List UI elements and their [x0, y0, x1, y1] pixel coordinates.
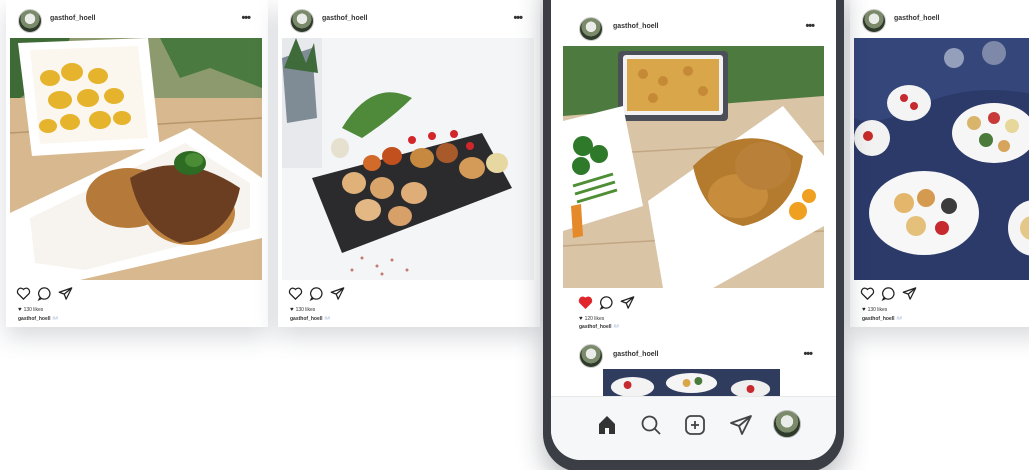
heart-outline-icon[interactable] — [860, 286, 875, 301]
food-photo-schnitzel — [10, 38, 262, 280]
post-header: gasthof_hoell — [850, 0, 1029, 38]
more-options-icon[interactable]: ••• — [803, 348, 813, 360]
heart-small-icon: ♥ — [18, 307, 22, 313]
heart-outline-icon[interactable] — [16, 286, 31, 301]
caption-username[interactable]: gasthof_hoell — [862, 316, 895, 322]
paper-plane-icon[interactable] — [729, 413, 753, 437]
heart-small-icon: ♥ — [579, 316, 583, 322]
speech-bubble-icon[interactable] — [37, 286, 52, 301]
post-header: gasthof_hoell ••• — [278, 0, 540, 38]
post-actions — [288, 284, 345, 302]
paper-plane-icon[interactable] — [620, 295, 635, 310]
username[interactable]: gasthof_hoell — [613, 351, 659, 358]
caption: gasthof_hoell ## — [18, 316, 58, 322]
post-header: gasthof_hoell ••• — [551, 8, 836, 46]
username[interactable]: gasthof_hoell — [613, 23, 659, 30]
heart-small-icon: ♥ — [290, 307, 294, 313]
paper-plane-icon[interactable] — [902, 286, 917, 301]
post-actions — [578, 293, 635, 311]
more-options-icon[interactable]: ••• — [513, 12, 523, 24]
post-card: gasthof_hoell ••• ♥ 130 likes gasthof_ho… — [278, 0, 540, 327]
post-actions — [16, 284, 73, 302]
more-options-icon[interactable]: ••• — [805, 20, 815, 32]
avatar[interactable] — [18, 9, 42, 33]
caption: gasthof_hoell ## — [579, 324, 619, 330]
caption-hashtags[interactable]: ## — [614, 324, 620, 330]
like-count-text: 130 likes — [23, 307, 44, 313]
speech-bubble-icon[interactable] — [309, 286, 324, 301]
username[interactable]: gasthof_hoell — [894, 15, 940, 22]
username[interactable]: gasthof_hoell — [322, 15, 368, 22]
food-photo-appetizers — [854, 38, 1029, 280]
like-count: ♥ 130 likes — [18, 307, 43, 313]
caption-username[interactable]: gasthof_hoell — [579, 324, 612, 330]
post-actions — [860, 284, 917, 302]
food-photo-platter — [282, 38, 534, 280]
avatar[interactable] — [862, 9, 886, 33]
caption-hashtags[interactable]: ## — [53, 316, 59, 322]
avatar[interactable] — [579, 17, 603, 41]
post-header: gasthof_hoell ••• — [6, 0, 268, 38]
post-card: gasthof_hoell ••• ♥ 130 likes gasthof_ho… — [6, 0, 268, 327]
post-card: gasthof_hoell ♥ 130 likes gasthof_hoell ## — [850, 0, 1029, 327]
caption: gasthof_hoell ## — [290, 316, 330, 322]
post-image[interactable] — [563, 46, 824, 288]
like-count: ♥ 130 likes — [290, 307, 315, 313]
heart-filled-icon[interactable] — [578, 295, 593, 310]
heart-outline-icon[interactable] — [288, 286, 303, 301]
phone-frame: gasthof_hoell ••• ♥ 120 likes gasthof_ho… — [543, 0, 844, 470]
post-image[interactable] — [10, 38, 262, 280]
like-count-text: 120 likes — [584, 316, 605, 322]
food-photo-partial — [603, 369, 780, 397]
caption-username[interactable]: gasthof_hoell — [290, 316, 323, 322]
paper-plane-icon[interactable] — [58, 286, 73, 301]
food-photo-schnitzel-gratin — [563, 46, 824, 288]
caption: gasthof_hoell ## — [862, 316, 902, 322]
more-options-icon[interactable]: ••• — [241, 12, 251, 24]
avatar[interactable] — [579, 344, 603, 368]
post-image[interactable] — [282, 38, 534, 280]
home-icon[interactable] — [595, 413, 619, 437]
heart-small-icon: ♥ — [862, 307, 866, 313]
speech-bubble-icon[interactable] — [599, 295, 614, 310]
username[interactable]: gasthof_hoell — [50, 15, 96, 22]
phone-screen: gasthof_hoell ••• ♥ 120 likes gasthof_ho… — [551, 0, 836, 460]
search-icon[interactable] — [639, 413, 663, 437]
like-count: ♥ 130 likes — [862, 307, 887, 313]
like-count-text: 130 likes — [867, 307, 888, 313]
plus-square-icon[interactable] — [683, 413, 707, 437]
speech-bubble-icon[interactable] — [881, 286, 896, 301]
paper-plane-icon[interactable] — [330, 286, 345, 301]
caption-hashtags[interactable]: ## — [897, 316, 903, 322]
avatar[interactable] — [290, 9, 314, 33]
like-count-text: 130 likes — [295, 307, 316, 313]
bottom-tab-bar — [551, 396, 836, 460]
caption-username[interactable]: gasthof_hoell — [18, 316, 51, 322]
caption-hashtags[interactable]: ## — [325, 316, 331, 322]
avatar[interactable] — [773, 410, 801, 438]
like-count: ♥ 120 likes — [579, 316, 604, 322]
post-image[interactable] — [603, 369, 780, 397]
post-image[interactable] — [854, 38, 1029, 280]
